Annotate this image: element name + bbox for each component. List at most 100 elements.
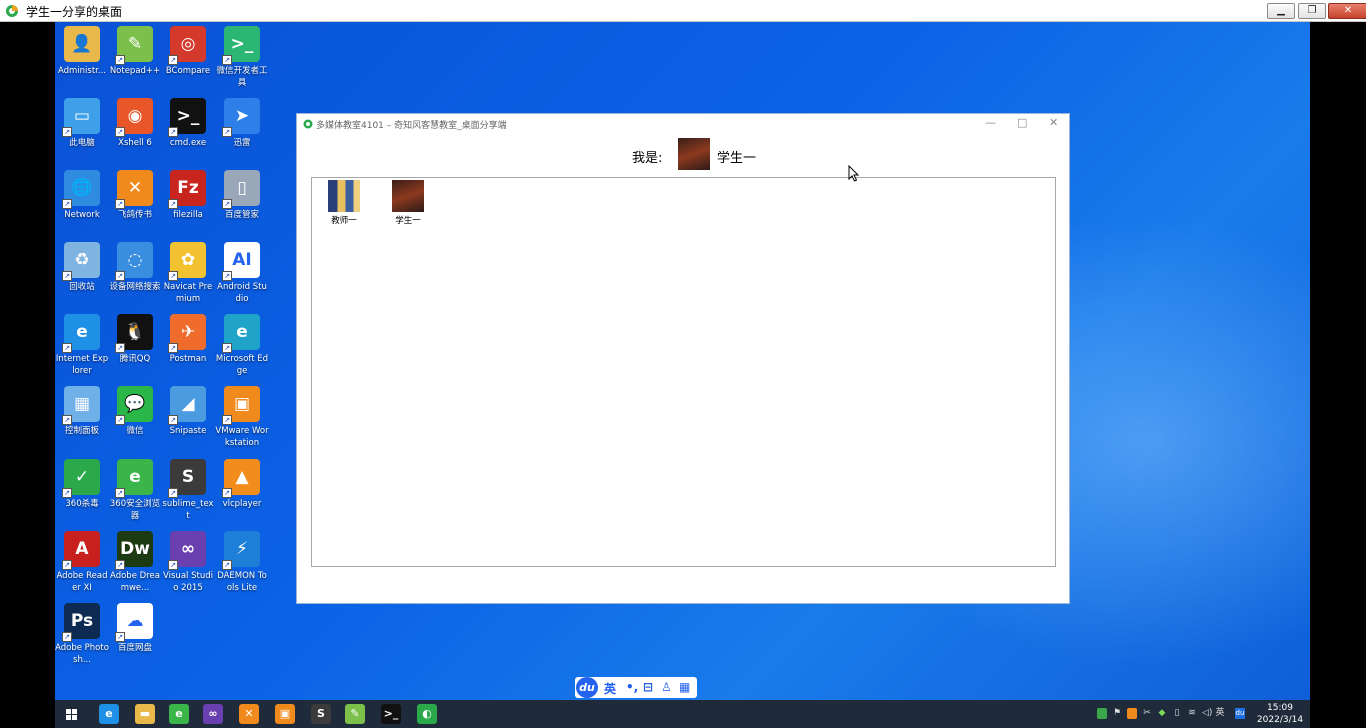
tray-security-icon[interactable] [1097, 708, 1107, 719]
desktop-icon[interactable]: e ↗ Microsoft Edge [215, 314, 269, 377]
desktop-icon[interactable]: e ↗ 360安全浏览器 [108, 459, 162, 522]
clock-date: 2022/3/14 [1256, 715, 1304, 725]
taskbar-vmware-icon[interactable]: ▣ [275, 704, 295, 724]
desktop-icon[interactable]: ◎ ↗ BCompare [161, 26, 215, 77]
letterbox-right [1310, 22, 1366, 728]
member-student[interactable]: 学生一 [388, 180, 428, 226]
desktop-icon-label: Notepad++ [109, 66, 161, 76]
desktop-share-window: 多媒体教室4101 – 奇知风客慧教室_桌面分享端 — □ ✕ 我是: 学生一 … [296, 113, 1070, 604]
tray-volume-icon[interactable]: ◁) [1202, 708, 1212, 719]
taskbar-clock[interactable]: 15:09 2022/3/14 [1253, 702, 1307, 726]
desktop-icon[interactable]: AI ↗ Android Studio [215, 242, 269, 305]
desktop-icon[interactable]: ▣ ↗ VMware Workstation [215, 386, 269, 449]
taskbar-feige-icon[interactable]: ✕ [239, 704, 259, 724]
desktop-icon-label: BCompare [165, 66, 211, 76]
tray-ime-icon[interactable]: du [1235, 708, 1245, 719]
desktop-icon[interactable]: ▭ ↗ 此电脑 [55, 98, 109, 149]
letterbox-left [0, 22, 55, 728]
taskbar-ie-icon[interactable]: e [99, 704, 119, 724]
desktop-icon[interactable]: 🌐 ↗ Network [55, 170, 109, 221]
shortcut-arrow-icon: ↗ [62, 488, 72, 498]
desktop-icon[interactable]: ▲ ↗ vlcplayer [215, 459, 269, 510]
viewer-title-bar: 学生一分享的桌面 ▁ ❐ ✕ [0, 0, 1366, 22]
qq-icon: 🐧 ↗ [115, 314, 153, 353]
desktop-icon[interactable]: ➤ ↗ 迅雷 [215, 98, 269, 149]
ime-punctuation-toggle[interactable]: •, [626, 680, 638, 694]
desktop-icon[interactable]: 🐧 ↗ 腾讯QQ [108, 314, 162, 365]
tray-tools-icon[interactable]: ✂ [1142, 708, 1152, 719]
desktop-icon[interactable]: ♻ ↗ 回收站 [55, 242, 109, 293]
tray-network-icon[interactable]: ≋ [1187, 708, 1197, 719]
shortcut-arrow-icon: ↗ [62, 271, 72, 281]
desktop-icon[interactable]: ◌ ↗ 设备网络搜索 [108, 242, 162, 293]
bcompare-icon: ◎ ↗ [168, 26, 206, 65]
ime-toolbox-icon[interactable]: ⊟ [643, 680, 653, 694]
taskbar-360-browser-icon[interactable]: e [169, 704, 189, 724]
desktop-icon[interactable]: 💬 ↗ 微信 [108, 386, 162, 437]
tray-language-indicator[interactable]: 英 [1215, 708, 1225, 719]
tray-usb-icon[interactable]: ▯ [1172, 708, 1182, 719]
desktop-icon[interactable]: ✈ ↗ Postman [161, 314, 215, 365]
desktop-icon[interactable]: Dw ↗ Adobe Dreamwe... [108, 531, 162, 594]
desktop-icon-label: Xshell 6 [118, 138, 152, 148]
baidu-ime-logo-icon[interactable]: du [576, 677, 598, 698]
desktop-icon[interactable]: ✎ ↗ Notepad++ [108, 26, 162, 77]
desktop-icon[interactable]: Fz ↗ filezilla [161, 170, 215, 221]
ime-grid-icon[interactable]: ▦ [679, 680, 690, 694]
desktop-icon[interactable]: ✓ ↗ 360杀毒 [55, 459, 109, 510]
taskbar-file-explorer-icon[interactable]: ▬ [135, 704, 155, 724]
tray-feige-icon[interactable] [1127, 708, 1137, 719]
taskbar-share-app-icon[interactable]: ◐ [417, 704, 437, 724]
taskbar-cmd-icon[interactable]: >_ [381, 704, 401, 724]
shortcut-arrow-icon: ↗ [62, 199, 72, 209]
desktop-icon[interactable]: A ↗ Adobe Reader XI [55, 531, 109, 594]
share-close-button[interactable]: ✕ [1049, 116, 1058, 129]
start-icon[interactable] [66, 709, 77, 720]
member-teacher[interactable]: 教师一 [324, 180, 364, 226]
xshell-icon: ◉ ↗ [115, 98, 153, 137]
taskbar-sublime-text-icon[interactable]: S [311, 704, 331, 724]
desktop-icon[interactable]: >_ ↗ cmd.exe [161, 98, 215, 149]
viewer-title: 学生一分享的桌面 [26, 5, 123, 19]
dreamweaver-icon: Dw ↗ [115, 531, 153, 570]
taskbar-notepad-plus-icon[interactable]: ✎ [345, 704, 365, 724]
desktop-icon-label: 微信 [126, 426, 144, 436]
desktop-icon[interactable]: ▯ ↗ 百度管家 [215, 170, 269, 221]
desktop-icon[interactable]: ◢ ↗ Snipaste [161, 386, 215, 437]
tray-nvidia-icon[interactable]: ◆ [1157, 708, 1167, 719]
desktop-icon[interactable]: e ↗ Internet Explorer [55, 314, 109, 377]
ime-language-toggle[interactable]: 英 [604, 680, 616, 697]
navicat-icon: ✿ ↗ [168, 242, 206, 281]
desktop-icon-label: 百度管家 [224, 210, 259, 220]
desktop-icon[interactable]: 👤 Administr... [55, 26, 109, 77]
viewer-restore-button[interactable]: ❐ [1298, 3, 1326, 19]
daemon-tools-icon: ⚡ ↗ [222, 531, 260, 570]
shortcut-arrow-icon: ↗ [62, 127, 72, 137]
desktop-icon[interactable]: ✿ ↗ Navicat Premium [161, 242, 215, 305]
360-antivirus-icon: ✓ ↗ [62, 459, 100, 498]
desktop-icon[interactable]: ✕ ↗ 飞鸽传书 [108, 170, 162, 221]
desktop-icon[interactable]: >_ ↗ 微信开发者工具 [215, 26, 269, 89]
desktop-icon[interactable]: S ↗ sublime_text [161, 459, 215, 522]
member-name: 学生一 [395, 216, 421, 226]
desktop-icon[interactable]: ▦ ↗ 控制面板 [55, 386, 109, 437]
wechat-icon: 💬 ↗ [115, 386, 153, 425]
desktop-icon-label: 此电脑 [69, 138, 95, 148]
ime-user-icon[interactable]: ♙ [661, 680, 672, 694]
shortcut-arrow-icon: ↗ [168, 55, 178, 65]
xunlei-icon: ➤ ↗ [222, 98, 260, 137]
share-maximize-button[interactable]: □ [1017, 116, 1027, 129]
tray-flag-icon[interactable]: ⚑ [1112, 708, 1122, 719]
desktop-icon[interactable]: ⚡ ↗ DAEMON Tools Lite [215, 531, 269, 594]
desktop-icon[interactable]: ☁ ↗ 百度网盘 [108, 603, 162, 654]
taskbar-visual-studio-icon[interactable]: ∞ [203, 704, 223, 724]
desktop-icon[interactable]: Ps ↗ Adobe Photosh... [55, 603, 109, 666]
viewer-close-button[interactable]: ✕ [1328, 3, 1366, 19]
share-minimize-button[interactable]: — [985, 116, 996, 129]
photoshop-icon: Ps ↗ [62, 603, 100, 642]
viewer-minimize-button[interactable]: ▁ [1267, 3, 1295, 19]
desktop-icon[interactable]: ∞ ↗ Visual Studio 2015 [161, 531, 215, 594]
desktop-icon[interactable]: ◉ ↗ Xshell 6 [108, 98, 162, 149]
vmware-icon: ▣ ↗ [222, 386, 260, 425]
shortcut-arrow-icon: ↗ [168, 199, 178, 209]
